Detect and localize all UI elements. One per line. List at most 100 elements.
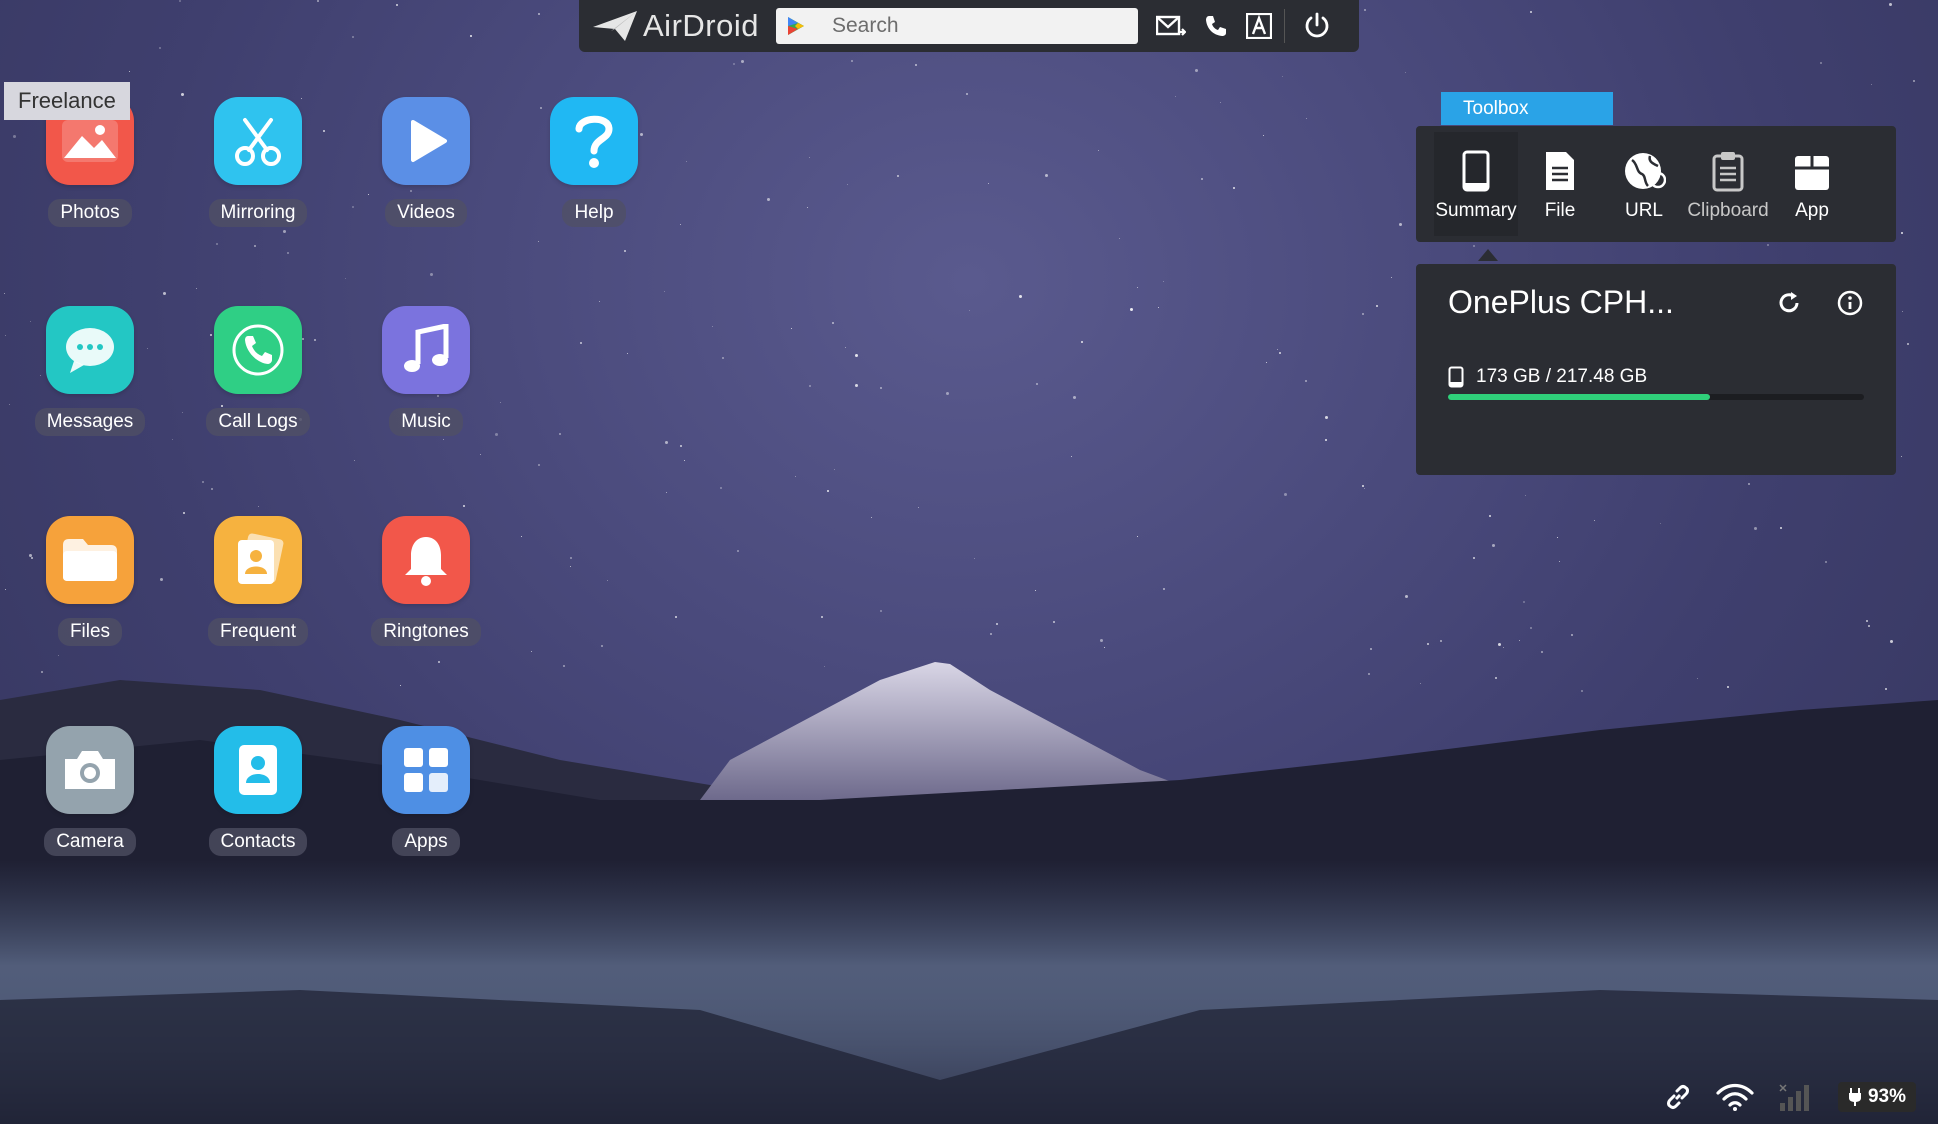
app-frequent[interactable]: Frequent [178, 516, 338, 646]
star [834, 469, 835, 470]
star [1233, 187, 1235, 189]
star [832, 322, 834, 324]
toolbox-panel: Summary File URL Clipboard App [1416, 126, 1896, 242]
star [1405, 72, 1406, 73]
google-play-icon [788, 17, 804, 35]
star [996, 623, 998, 625]
app-messages[interactable]: Messages [10, 306, 170, 436]
tool-url[interactable]: URL [1602, 132, 1686, 236]
star [1473, 557, 1475, 559]
star [1754, 527, 1757, 530]
star [809, 385, 811, 387]
star [287, 252, 289, 254]
search-box[interactable] [776, 8, 1138, 44]
star [345, 278, 346, 279]
app-files[interactable]: Files [10, 516, 170, 646]
power-button[interactable] [1303, 6, 1331, 46]
star [1137, 536, 1138, 537]
app-label: Music [389, 408, 463, 436]
star [531, 651, 532, 652]
app-label: Ringtones [371, 618, 481, 646]
app-label: Call Logs [206, 408, 310, 436]
star [254, 245, 256, 247]
send-message-button[interactable] [1156, 6, 1186, 46]
star [827, 490, 829, 492]
star [559, 433, 561, 435]
tool-clipboard[interactable]: Clipboard [1686, 132, 1770, 236]
star [211, 488, 213, 490]
text-a-icon [1246, 13, 1272, 39]
signal-icon [1779, 1084, 1809, 1111]
star [990, 633, 992, 635]
app-call-logs[interactable]: Call Logs [178, 306, 338, 436]
tool-app[interactable]: App [1770, 132, 1854, 236]
phone-storage-icon [1448, 366, 1464, 388]
call-button[interactable] [1204, 6, 1228, 46]
star [624, 250, 626, 252]
refresh-button[interactable] [1776, 290, 1802, 321]
contacts-book-icon [214, 726, 302, 814]
star [1282, 76, 1283, 77]
info-button[interactable] [1837, 290, 1863, 321]
star [686, 161, 687, 162]
star [880, 387, 882, 389]
star [443, 439, 444, 440]
star [1098, 150, 1099, 151]
app-mirroring[interactable]: Mirroring [178, 97, 338, 227]
star [1100, 639, 1103, 642]
star [1727, 686, 1729, 688]
app-ringtones[interactable]: Ringtones [346, 516, 506, 646]
star [845, 347, 846, 348]
star [918, 507, 919, 508]
question-icon [550, 97, 638, 185]
star [1492, 544, 1495, 547]
star [1697, 678, 1698, 679]
bell-icon [382, 516, 470, 604]
app-help[interactable]: Help [514, 97, 674, 227]
star [1902, 311, 1903, 312]
star [1901, 456, 1902, 457]
app-camera[interactable]: Camera [10, 726, 170, 856]
star [1195, 69, 1198, 72]
airdroid-logo[interactable]: AirDroid [593, 8, 768, 44]
star [1907, 343, 1909, 345]
star [480, 454, 481, 455]
star [463, 505, 465, 507]
top-bar: AirDroid [579, 0, 1359, 52]
star [1045, 174, 1048, 177]
star [1581, 690, 1583, 692]
star [666, 492, 667, 493]
tool-file[interactable]: File [1518, 132, 1602, 236]
music-note-icon [382, 306, 470, 394]
star [821, 616, 823, 618]
tool-summary[interactable]: Summary [1434, 132, 1518, 236]
star [1368, 673, 1370, 675]
device-name: OnePlus CPH... [1448, 284, 1674, 320]
star [974, 558, 975, 559]
freelance-tag[interactable]: Freelance [4, 82, 130, 120]
star [733, 63, 735, 65]
star [1364, 9, 1366, 11]
star [163, 292, 166, 295]
star [1541, 651, 1543, 653]
star [795, 476, 796, 477]
tool-label: URL [1624, 200, 1663, 221]
app-apps[interactable]: Apps [346, 726, 506, 856]
star [1498, 643, 1501, 646]
star [807, 207, 808, 208]
app-label: Apps [392, 828, 460, 856]
star [1571, 634, 1573, 636]
star [1489, 515, 1491, 517]
star [1473, 245, 1475, 247]
status-bar: 93% [1664, 1082, 1916, 1112]
search-input[interactable] [830, 13, 1114, 39]
camera-icon [46, 726, 134, 814]
keyboard-button[interactable] [1246, 6, 1272, 46]
battery-level: 93% [1867, 1086, 1906, 1107]
storage-bar [1448, 394, 1864, 400]
app-contacts[interactable]: Contacts [178, 726, 338, 856]
app-music[interactable]: Music [346, 306, 506, 436]
star [1901, 232, 1903, 234]
app-videos[interactable]: Videos [346, 97, 506, 227]
star [202, 481, 204, 483]
